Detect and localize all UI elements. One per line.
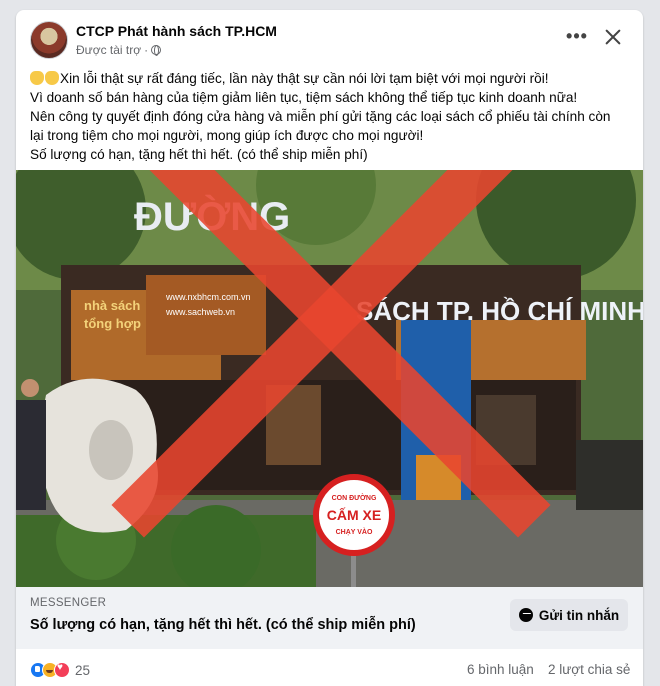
send-message-label: Gửi tin nhắn: [538, 607, 620, 623]
messenger-icon: [518, 608, 533, 622]
road-sign-line3: CHẠY VÀO: [336, 527, 373, 536]
waving-hand-icon: [30, 71, 44, 85]
website-sign-1: www.nxbhcm.com.vn: [165, 292, 251, 302]
link-source: MESSENGER: [30, 597, 107, 609]
sponsored-row: Được tài trợ ·: [76, 43, 162, 57]
waving-hand-icon: [45, 71, 59, 85]
post-header: CTCP Phát hành sách TP.HCM Được tài trợ …: [16, 10, 643, 66]
close-icon[interactable]: [600, 24, 626, 50]
road-sign-line2: CẤM XE: [327, 507, 381, 523]
reactions-summary[interactable]: 25: [30, 662, 90, 678]
post-photo[interactable]: ĐƯỜNG SÁCH TP. HỒ CHÍ MINH nhà sách tổng…: [16, 170, 643, 587]
love-icon: [54, 662, 70, 678]
shop-sign-2: tổng hợp: [84, 316, 141, 331]
shares-count-link[interactable]: 2 lượt chia sẻ: [548, 662, 630, 677]
send-message-button[interactable]: Gửi tin nhắn: [510, 599, 628, 631]
post-message: Xin lỗi thật sự rất đáng tiếc, lần này t…: [30, 69, 635, 164]
street-sign-bottom: SÁCH TP. HỒ CHÍ MINH: [356, 296, 643, 326]
page-name-link[interactable]: CTCP Phát hành sách TP.HCM: [76, 23, 277, 39]
shop-sign: nhà sách: [84, 298, 140, 313]
website-sign-2: www.sachweb.vn: [165, 307, 235, 317]
post-line: Số lượng có hạn, tặng hết thì hết. (có t…: [30, 147, 368, 162]
link-title[interactable]: Số lượng có hạn, tặng hết thì hết. (có t…: [30, 617, 416, 633]
road-sign-line1: CON ĐƯỜNG: [332, 493, 377, 502]
post-footer: 25 6 bình luận 2 lượt chia sẻ: [16, 649, 643, 686]
sponsored-label[interactable]: Được tài trợ: [76, 43, 141, 57]
post-line: lại trong tiệm cho mọi người, mong giúp …: [30, 128, 424, 143]
sponsored-separator: ·: [144, 43, 149, 57]
more-options-button[interactable]: •••: [564, 26, 590, 50]
post-line: Nên công ty quyết định đóng cửa hàng và …: [30, 109, 611, 124]
page-avatar[interactable]: [30, 21, 68, 59]
reaction-count: 25: [75, 662, 91, 678]
post-line: Xin lỗi thật sự rất đáng tiếc, lần này t…: [30, 69, 635, 88]
globe-icon: [151, 45, 162, 56]
facebook-post-card: CTCP Phát hành sách TP.HCM Được tài trợ …: [16, 10, 643, 686]
comments-count-link[interactable]: 6 bình luận: [467, 662, 534, 677]
post-line: Vì doanh số bán hàng của tiệm giảm liên …: [30, 90, 578, 105]
messenger-link-bar[interactable]: MESSENGER Số lượng có hạn, tặng hết thì …: [16, 587, 643, 649]
